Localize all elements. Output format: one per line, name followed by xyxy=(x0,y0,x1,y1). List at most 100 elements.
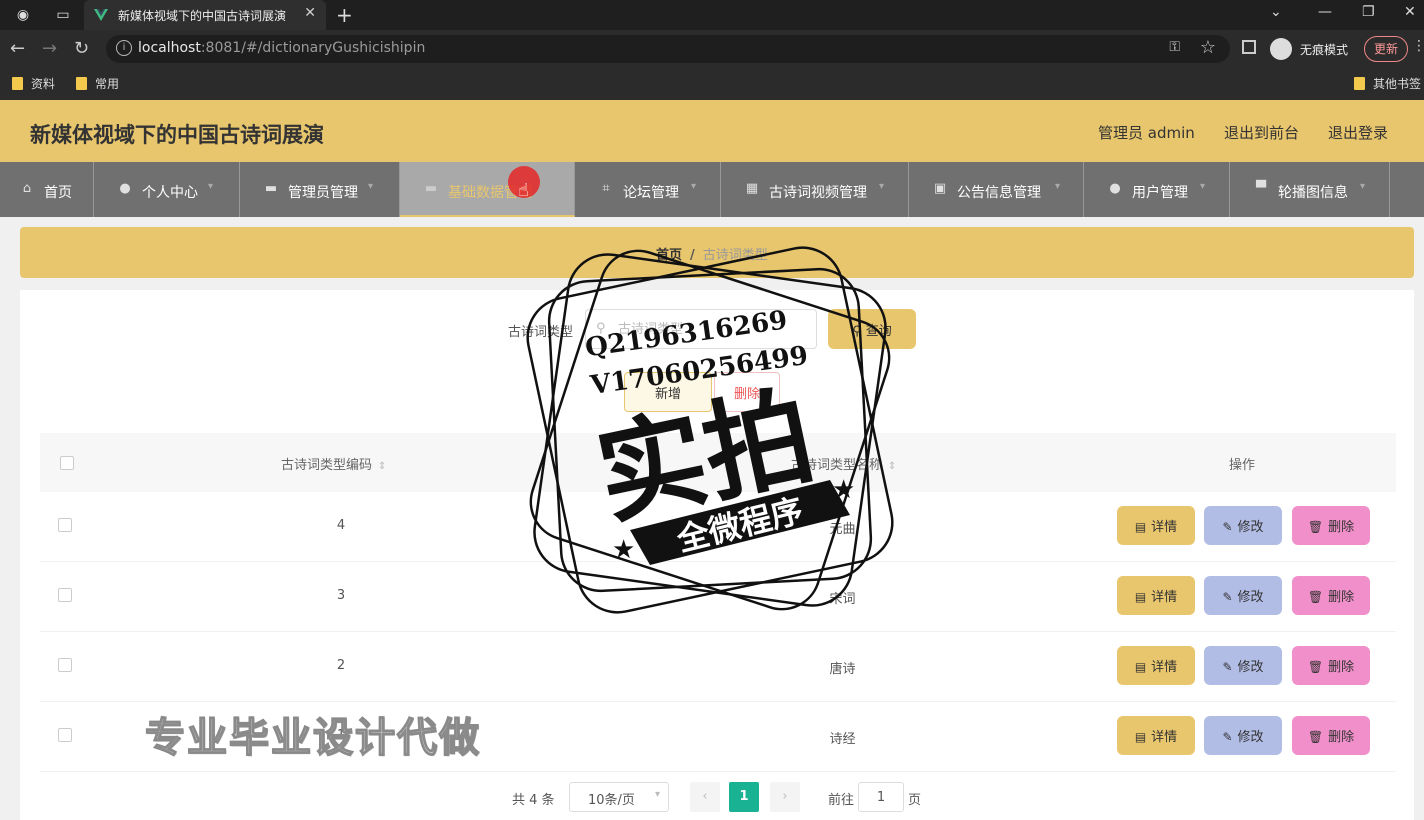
browser-tab-active[interactable]: 新媒体视域下的中国古诗词展演 ✕ xyxy=(84,0,326,30)
document-icon: ▤ xyxy=(1134,730,1147,744)
chevron-down-icon: ▾ xyxy=(1055,181,1061,192)
document-icon: ▤ xyxy=(1134,660,1147,674)
delete-button[interactable]: 🗑 删除 xyxy=(1292,576,1370,615)
pencil-icon: ✎ xyxy=(1222,660,1233,674)
back-icon[interactable]: ← xyxy=(10,38,25,59)
detail-button[interactable]: ▤ 详情 xyxy=(1117,646,1195,685)
chevron-down-icon: ▾ xyxy=(1200,181,1206,192)
crop-icon: ⌗ xyxy=(602,181,610,196)
pencil-icon: ✎ xyxy=(1222,730,1233,744)
delete-button[interactable]: 🗑 删除 xyxy=(1292,506,1370,545)
nav-item-personal[interactable]: ● 个人中心 ▾ xyxy=(94,162,240,217)
star-icon: ★ xyxy=(612,535,635,565)
tab-strip-icon[interactable]: ▭ xyxy=(54,6,72,24)
chevron-down-icon: ▾ xyxy=(368,181,374,192)
nav-item-poem-video[interactable]: ▦ 古诗词视频管理 ▾ xyxy=(721,162,909,217)
detail-button[interactable]: ▤ 详情 xyxy=(1117,716,1195,755)
app-header: 新媒体视域下的中国古诗词展演 管理员 admin 退出到前台 退出登录 xyxy=(0,100,1424,162)
person-icon: ● xyxy=(1109,181,1121,196)
minimize-icon[interactable]: — xyxy=(1318,4,1332,20)
nav-item-users[interactable]: ● 用户管理 ▾ xyxy=(1084,162,1230,217)
trash-icon: 🗑 xyxy=(1307,730,1324,744)
chevron-down-icon: ▾ xyxy=(691,181,697,192)
info-icon[interactable]: i xyxy=(116,40,132,56)
pencil-icon: ✎ xyxy=(1222,520,1233,534)
row-checkbox[interactable] xyxy=(58,728,72,742)
cell-code: 3 xyxy=(336,588,346,603)
cell-name: 唐诗 xyxy=(829,662,856,677)
browser-tab-bar: ◉ ▭ 新媒体视域下的中国古诗词展演 ✕ + ⌄ — ❐ ✕ xyxy=(0,0,1424,30)
edit-button[interactable]: ✎ 修改 xyxy=(1204,576,1282,615)
incognito-icon[interactable] xyxy=(1270,38,1292,60)
prev-page-button[interactable]: ‹ xyxy=(690,782,720,812)
home-icon: ⌂ xyxy=(22,181,32,196)
row-checkbox[interactable] xyxy=(58,518,72,532)
page-size-select[interactable]: 10条/页 ▾ xyxy=(569,782,669,812)
bookmark-folder[interactable]: 常用 xyxy=(76,75,119,92)
goto-page-input[interactable] xyxy=(858,782,904,812)
chevron-down-icon[interactable]: ⌄ xyxy=(1270,4,1282,20)
vue-logo-icon xyxy=(94,9,108,21)
other-bookmarks[interactable]: 其他书签 xyxy=(1354,75,1421,92)
globe-icon[interactable]: ◉ xyxy=(14,6,32,24)
sort-icon[interactable]: ⇕ xyxy=(378,461,386,472)
trash-icon: 🗑 xyxy=(1307,660,1324,674)
forward-icon[interactable]: → xyxy=(42,38,57,59)
clipboard-icon: ▣ xyxy=(933,181,947,196)
bookmarks-bar: 资料 常用 其他书签 xyxy=(0,68,1424,100)
nav-item-carousel[interactable]: ▀ 轮播图信息 ▾ xyxy=(1230,162,1390,217)
delete-button[interactable]: 🗑 删除 xyxy=(1292,716,1370,755)
browser-tab-title: 新媒体视域下的中国古诗词展演 xyxy=(118,9,287,23)
star-icon: ★ xyxy=(832,475,855,505)
column-header-code[interactable]: 古诗词类型编码 ⇕ xyxy=(281,454,386,473)
reload-icon[interactable]: ↻ xyxy=(74,38,89,59)
incognito-label: 无痕模式 xyxy=(1300,43,1349,57)
pagination-total: 共 4 条 xyxy=(512,793,555,808)
chevron-down-icon: ▾ xyxy=(546,181,552,192)
side-panel-icon[interactable] xyxy=(1242,40,1256,54)
next-page-button[interactable]: › xyxy=(770,782,800,812)
key-icon[interactable]: ⚿ xyxy=(1169,39,1180,55)
window-close-icon[interactable]: ✕ xyxy=(1404,4,1416,20)
exit-to-front-link[interactable]: 退出到前台 xyxy=(1224,122,1299,143)
bookmark-folder[interactable]: 资料 xyxy=(12,75,55,92)
delete-button[interactable]: 🗑 删除 xyxy=(1292,646,1370,685)
banner-icon: ▀ xyxy=(1256,181,1266,196)
new-tab-icon[interactable]: + xyxy=(336,3,353,27)
column-header-ops: 操作 xyxy=(1229,458,1256,473)
cell-name: 诗经 xyxy=(829,732,856,747)
logout-link[interactable]: 退出登录 xyxy=(1328,122,1388,143)
more-menu-icon[interactable]: ⋮ xyxy=(1412,38,1424,54)
document-icon: ▤ xyxy=(1134,520,1147,534)
chevron-down-icon: ▾ xyxy=(208,181,214,192)
url-field[interactable]: i localhost:8081/#/dictionaryGushiciship… xyxy=(106,35,1230,63)
update-button[interactable]: 更新 xyxy=(1364,36,1408,62)
nav-item-admin-manage[interactable]: ▬ 管理员管理 ▾ xyxy=(240,162,400,217)
url-text: localhost:8081/#/dictionaryGushicishipin xyxy=(138,40,426,56)
page-number-current[interactable]: 1 xyxy=(729,782,759,812)
admin-user-label: 管理员 admin xyxy=(1098,124,1195,142)
monitor-icon: ▬ xyxy=(264,181,278,196)
row-checkbox[interactable] xyxy=(58,658,72,672)
star-icon[interactable]: ☆ xyxy=(1200,37,1216,58)
trash-icon: 🗑 xyxy=(1307,590,1324,604)
page-unit-label: 页 xyxy=(908,793,922,808)
nav-item-base-data[interactable]: ▬ 基础数据管理 ▾ xyxy=(400,162,575,217)
select-all-checkbox[interactable] xyxy=(60,456,74,470)
detail-button[interactable]: ▤ 详情 xyxy=(1117,576,1195,615)
chevron-down-icon: ▾ xyxy=(879,181,885,192)
restore-icon[interactable]: ❐ xyxy=(1362,4,1375,20)
trash-icon: 🗑 xyxy=(1307,520,1324,534)
edit-button[interactable]: ✎ 修改 xyxy=(1204,716,1282,755)
nav-item-forum[interactable]: ⌗ 论坛管理 ▾ xyxy=(575,162,721,217)
edit-button[interactable]: ✎ 修改 xyxy=(1204,646,1282,685)
edit-button[interactable]: ✎ 修改 xyxy=(1204,506,1282,545)
row-checkbox[interactable] xyxy=(58,588,72,602)
folder-icon xyxy=(1354,77,1365,90)
close-icon[interactable]: ✕ xyxy=(304,5,316,21)
nav-item-notice[interactable]: ▣ 公告信息管理 ▾ xyxy=(909,162,1084,217)
folder-icon xyxy=(76,77,87,90)
chevron-down-icon: ▾ xyxy=(1360,181,1366,192)
nav-item-home[interactable]: ⌂ 首页 xyxy=(0,162,94,217)
detail-button[interactable]: ▤ 详情 xyxy=(1117,506,1195,545)
